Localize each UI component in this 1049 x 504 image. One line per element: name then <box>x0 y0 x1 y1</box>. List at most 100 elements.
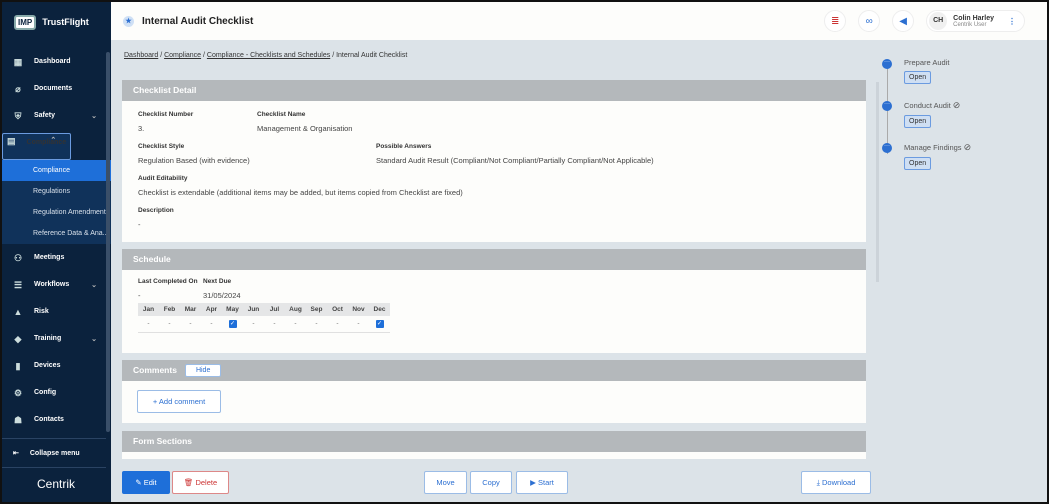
sidebar-item-dashboard[interactable]: ▦ Dashboard <box>2 48 111 75</box>
month-cell: - <box>285 316 306 333</box>
sidebar-subitem[interactable]: Reference Data & Ana... <box>2 223 111 244</box>
shield-icon: ⛨ <box>14 110 22 121</box>
sidebar-item-training[interactable]: ◆ Training ⌄ <box>2 325 111 352</box>
start-button[interactable]: ▶ Start <box>516 471 568 494</box>
sidebar: IMP TrustFlight ▦ Dashboard ⌀ Documents ⛨ Safe… <box>2 2 111 502</box>
open-step-button[interactable]: Open <box>904 157 932 170</box>
chevron-icon: ⌄ <box>91 281 97 289</box>
workflow-step: ··· Prepare Audit Open <box>882 58 971 100</box>
sidebar-item-meetings[interactable]: ⚇ Meetings <box>2 244 111 271</box>
breadcrumb-dashboard[interactable]: Dashboard <box>124 52 158 59</box>
month-header: Oct <box>327 303 348 316</box>
checklist-icon: ★ <box>123 15 134 27</box>
checklist-detail-panel: Checklist Detail Checklist Number 3. Chec… <box>122 80 866 242</box>
centrik-logo: Centrik <box>37 477 76 491</box>
sidebar-item-compliance[interactable]: ▤ Compliance ⌃ <box>2 133 72 160</box>
month-cell: - <box>306 316 327 333</box>
step-status-icon: ··· <box>882 59 892 69</box>
blocked-icon: ⊘ <box>963 142 972 152</box>
checkbox-checked-icon[interactable]: ✓ <box>228 319 237 328</box>
step-status-icon: ··· <box>882 101 892 111</box>
step-status-icon: ··· <box>882 143 892 153</box>
config-icon: ⚙ <box>13 387 23 398</box>
sidebar-subitem[interactable]: Regulations <box>2 181 111 202</box>
breadcrumb: Dashboard / Compliance / Compliance - Ch… <box>124 52 408 59</box>
stack-icon[interactable]: ≣ <box>824 10 847 32</box>
sidebar-item-devices[interactable]: ▮ Devices <box>2 352 111 379</box>
sidebar-item-contacts[interactable]: ☗ Contacts <box>2 406 111 433</box>
workflow-step: ··· Conduct Audit ⊘ Open <box>882 100 971 142</box>
dashboard-icon: ▦ <box>13 56 23 67</box>
month-cell: - <box>327 316 348 333</box>
trash-icon: 🗑 <box>183 478 196 487</box>
checkbox-checked-icon[interactable]: ✓ <box>375 319 384 328</box>
avatar: CH <box>929 12 948 30</box>
month-header: Sep <box>306 303 327 316</box>
open-step-button[interactable]: Open <box>904 71 932 84</box>
comments-panel: Comments Hide + Add comment <box>122 360 866 423</box>
month-header: Aug <box>285 303 306 316</box>
page-title: Internal Audit Checklist <box>142 15 254 27</box>
month-header: Jul <box>264 303 285 316</box>
edit-icon: ✎ <box>135 478 144 487</box>
delete-button[interactable]: 🗑 Delete <box>172 471 229 494</box>
chevron-icon: ⌄ <box>91 335 97 343</box>
compliance-submenu: Compliance Regulations Regulation Amendmen… <box>2 160 111 244</box>
month-header: Dec <box>369 303 390 316</box>
logo[interactable]: IMP TrustFlight <box>2 2 111 42</box>
month-cell: - <box>138 316 159 333</box>
month-header: Feb <box>159 303 180 316</box>
schedule-panel: Schedule Last Completed On - Next Due 31/0… <box>122 249 866 353</box>
more-icon[interactable]: ⋮ <box>1008 17 1016 26</box>
chevron-icon: ⌄ <box>91 112 97 120</box>
move-button[interactable]: Move <box>424 471 467 494</box>
devices-icon: ▮ <box>15 360 21 371</box>
meetings-icon: ⚇ <box>13 252 23 263</box>
risk-icon: ▲ <box>13 306 23 317</box>
content-scrollbar[interactable] <box>876 82 879 282</box>
megaphone-icon[interactable]: ◀ <box>892 10 915 32</box>
play-icon: ▶ <box>530 478 538 487</box>
month-cell: - <box>243 316 264 333</box>
open-step-button[interactable]: Open <box>904 115 932 128</box>
compliance-icon: ▤ <box>7 136 16 146</box>
hide-comments-button[interactable]: Hide <box>184 364 222 377</box>
month-header: Mar <box>180 303 201 316</box>
user-menu[interactable]: CH Colin Harley Centrik User ⋮ <box>926 10 1025 32</box>
month-cell: - <box>201 316 222 333</box>
month-cell: - <box>159 316 180 333</box>
month-header: Nov <box>348 303 369 316</box>
chevron-icon: ⌃ <box>50 137 57 144</box>
contacts-icon: ☗ <box>13 414 23 425</box>
sidebar-item-documents[interactable]: ⌀ Documents <box>2 75 111 102</box>
training-icon: ◆ <box>14 333 22 344</box>
paperclip-icon: ⌀ <box>15 83 21 94</box>
sidebar-subitem[interactable]: Regulation Amendments <box>2 202 111 223</box>
month-header: Jun <box>243 303 264 316</box>
month-cell: ✓ <box>222 316 243 333</box>
add-comment-button[interactable]: + Add comment <box>137 390 221 413</box>
workflow-steps: ··· Prepare Audit Open ··· Conduct Audit ⊘ Op… <box>882 58 971 184</box>
breadcrumb-checklists[interactable]: Compliance - Checklists and Schedules <box>207 52 330 59</box>
sidebar-item-config[interactable]: ⚙ Config <box>2 379 111 406</box>
download-button[interactable]: ⤓ Download <box>801 471 871 494</box>
copy-button[interactable]: Copy <box>470 471 512 494</box>
top-bar: ★ Internal Audit Checklist ≣ ∞ ◀ CH Colin… <box>111 2 1047 40</box>
sidebar-scrollbar[interactable] <box>106 52 110 432</box>
month-header: Apr <box>201 303 222 316</box>
collapse-icon: ⇤ <box>13 450 19 457</box>
sidebar-item-safety[interactable]: ⛨ Safety ⌄ <box>2 102 111 129</box>
sidebar-subitem[interactable]: Compliance <box>2 160 111 181</box>
sidebar-item-risk[interactable]: ▲ Risk <box>2 298 111 325</box>
edit-button[interactable]: ✎ Edit <box>122 471 170 494</box>
month-cell: ✓ <box>369 316 390 333</box>
sidebar-item-workflows[interactable]: ☰ Workflows ⌄ <box>2 271 111 298</box>
sidebar-nav: ▦ Dashboard ⌀ Documents ⛨ Safety ⌄ ▤ Compliance ⌃… <box>2 48 111 433</box>
collapse-menu-button[interactable]: ⇤ Collapse menu <box>2 438 106 468</box>
month-cell: - <box>264 316 285 333</box>
month-cell: - <box>180 316 201 333</box>
breadcrumb-compliance[interactable]: Compliance <box>164 52 201 59</box>
workflows-icon: ☰ <box>13 279 23 290</box>
link-icon[interactable]: ∞ <box>858 10 881 32</box>
workflow-step: ··· Manage Findings ⊘ Open <box>882 142 971 184</box>
